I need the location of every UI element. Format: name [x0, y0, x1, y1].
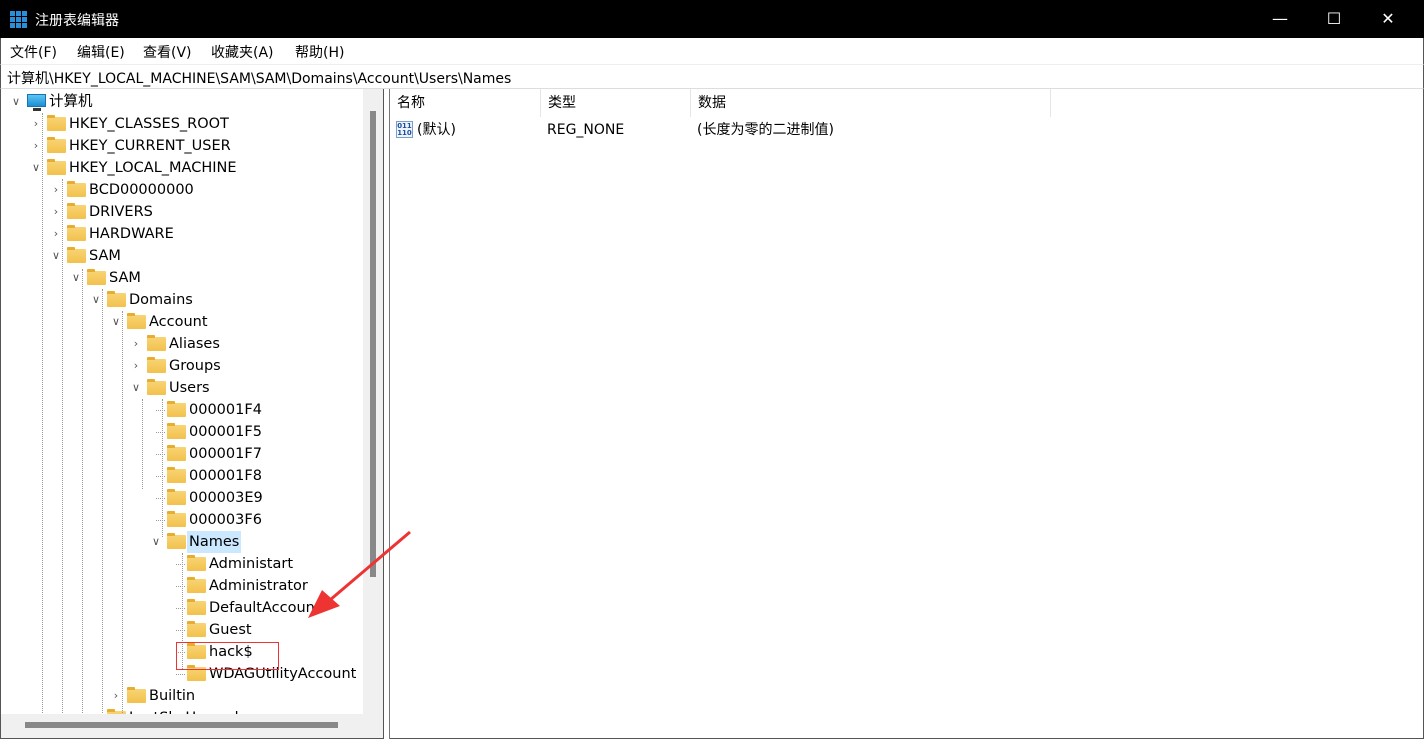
red-arrow-annotation — [308, 530, 411, 618]
